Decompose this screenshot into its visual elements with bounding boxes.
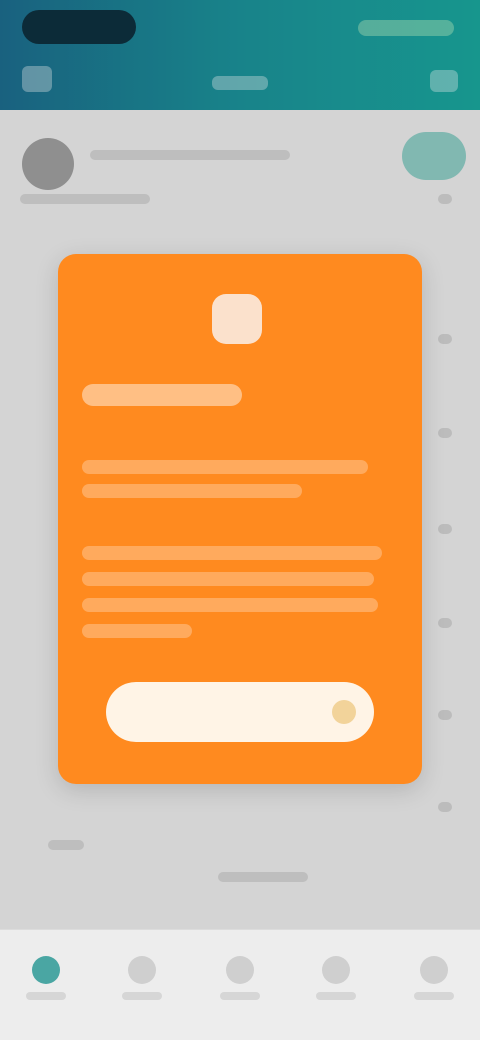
cta-icon xyxy=(332,700,356,724)
card-text-line xyxy=(82,484,302,498)
card-title xyxy=(82,384,242,406)
nav-label xyxy=(122,992,162,1000)
nav-item-home[interactable] xyxy=(16,952,76,1008)
nav-icon-5 xyxy=(420,956,448,984)
card-text-line xyxy=(82,546,382,560)
nav-icon-3 xyxy=(226,956,254,984)
nav-item-2[interactable] xyxy=(112,952,172,1008)
nav-item-3[interactable] xyxy=(210,952,270,1008)
nav-item-5[interactable] xyxy=(404,952,464,1008)
cta-button[interactable] xyxy=(106,682,374,742)
card-text-line xyxy=(82,624,192,638)
nav-label xyxy=(26,992,66,1000)
nav-item-4[interactable] xyxy=(306,952,366,1008)
nav-icon-2 xyxy=(128,956,156,984)
card-text-line xyxy=(82,572,374,586)
promo-card xyxy=(58,254,422,784)
app-logo-icon xyxy=(212,294,262,344)
card-text-line xyxy=(82,598,378,612)
nav-label xyxy=(316,992,356,1000)
card-text-line xyxy=(82,460,368,474)
bottom-nav xyxy=(0,929,480,1040)
nav-label xyxy=(414,992,454,1000)
home-icon xyxy=(32,956,60,984)
nav-label xyxy=(220,992,260,1000)
nav-icon-4 xyxy=(322,956,350,984)
